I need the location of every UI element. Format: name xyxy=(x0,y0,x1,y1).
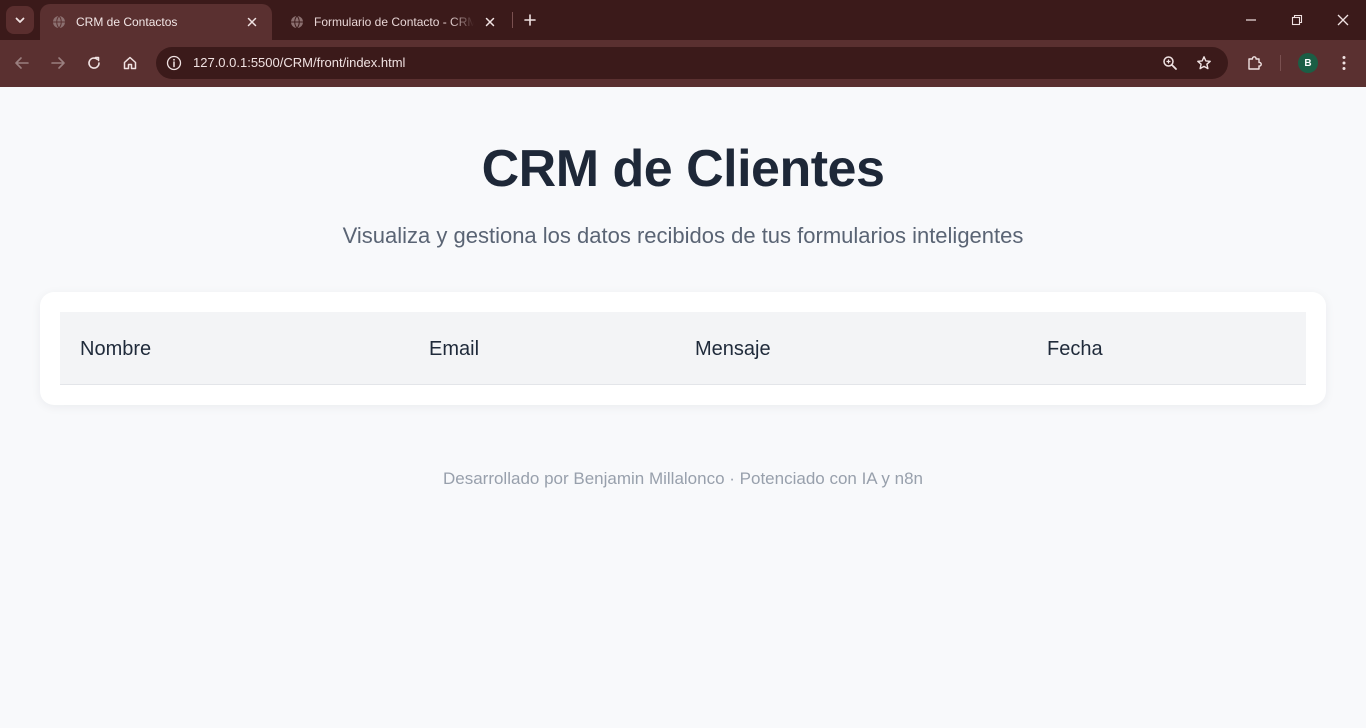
column-header-mensaje: Mensaje xyxy=(695,338,771,360)
close-tab-icon[interactable] xyxy=(244,14,260,30)
home-button[interactable] xyxy=(118,51,142,75)
globe-icon xyxy=(290,15,304,29)
page-title: CRM de Clientes xyxy=(481,140,885,198)
reload-button[interactable] xyxy=(82,51,106,75)
forward-button[interactable] xyxy=(46,51,70,75)
close-tab-icon[interactable] xyxy=(482,14,498,30)
arrow-left-icon xyxy=(14,55,30,71)
minimize-button[interactable] xyxy=(1228,0,1274,40)
site-info-icon[interactable] xyxy=(164,53,184,73)
column-header-nombre: Nombre xyxy=(80,338,152,360)
arrow-right-icon xyxy=(50,55,66,71)
restore-icon xyxy=(1291,14,1303,26)
address-bar[interactable]: 127.0.0.1:5500/CRM/front/index.html xyxy=(156,47,1228,79)
page-content: CRM de Clientes Visualiza y gestiona los… xyxy=(0,87,1366,728)
tab-divider xyxy=(512,12,513,28)
profile-avatar[interactable]: B xyxy=(1298,53,1318,73)
browser-toolbar: 127.0.0.1:5500/CRM/front/index.html B xyxy=(0,40,1366,87)
reload-icon xyxy=(86,55,102,71)
browser-tab-strip: CRM de Contactos Formulario de Contacto … xyxy=(0,0,1366,40)
contacts-table-card: Nombre Email Mensaje Fecha xyxy=(40,292,1326,405)
browser-menu-button[interactable] xyxy=(1334,51,1354,75)
tab-title: Formulario de Contacto - CRM xyxy=(314,15,474,29)
puzzle-icon xyxy=(1246,54,1264,72)
zoom-icon[interactable] xyxy=(1160,53,1180,73)
chevron-down-icon xyxy=(14,14,26,26)
tab-search-button[interactable] xyxy=(6,6,34,34)
table-header-row: Nombre Email Mensaje Fecha xyxy=(60,312,1306,385)
back-button[interactable] xyxy=(10,51,34,75)
url-text: 127.0.0.1:5500/CRM/front/index.html xyxy=(193,55,406,70)
new-tab-button[interactable] xyxy=(520,10,540,30)
bookmark-star-icon[interactable] xyxy=(1194,53,1214,73)
close-icon xyxy=(1337,14,1349,26)
plus-icon xyxy=(524,14,536,26)
tab-formulario-contacto[interactable]: Formulario de Contacto - CRM xyxy=(278,4,510,40)
extensions-button[interactable] xyxy=(1243,51,1267,75)
globe-icon xyxy=(52,15,66,29)
toolbar-divider xyxy=(1280,55,1281,71)
tab-title: CRM de Contactos xyxy=(76,15,178,29)
footer-credit: Desarrollado por Benjamin Millalonco · P… xyxy=(442,469,924,488)
tab-crm-contactos[interactable]: CRM de Contactos xyxy=(40,4,272,40)
column-header-fecha: Fecha xyxy=(1047,338,1103,360)
restore-button[interactable] xyxy=(1274,0,1320,40)
close-window-button[interactable] xyxy=(1320,0,1366,40)
column-header-email: Email xyxy=(429,338,480,360)
minimize-icon xyxy=(1245,14,1257,26)
home-icon xyxy=(122,55,138,71)
page-subtitle: Visualiza y gestiona los datos recibidos… xyxy=(342,223,1024,248)
more-vertical-icon xyxy=(1342,55,1346,71)
